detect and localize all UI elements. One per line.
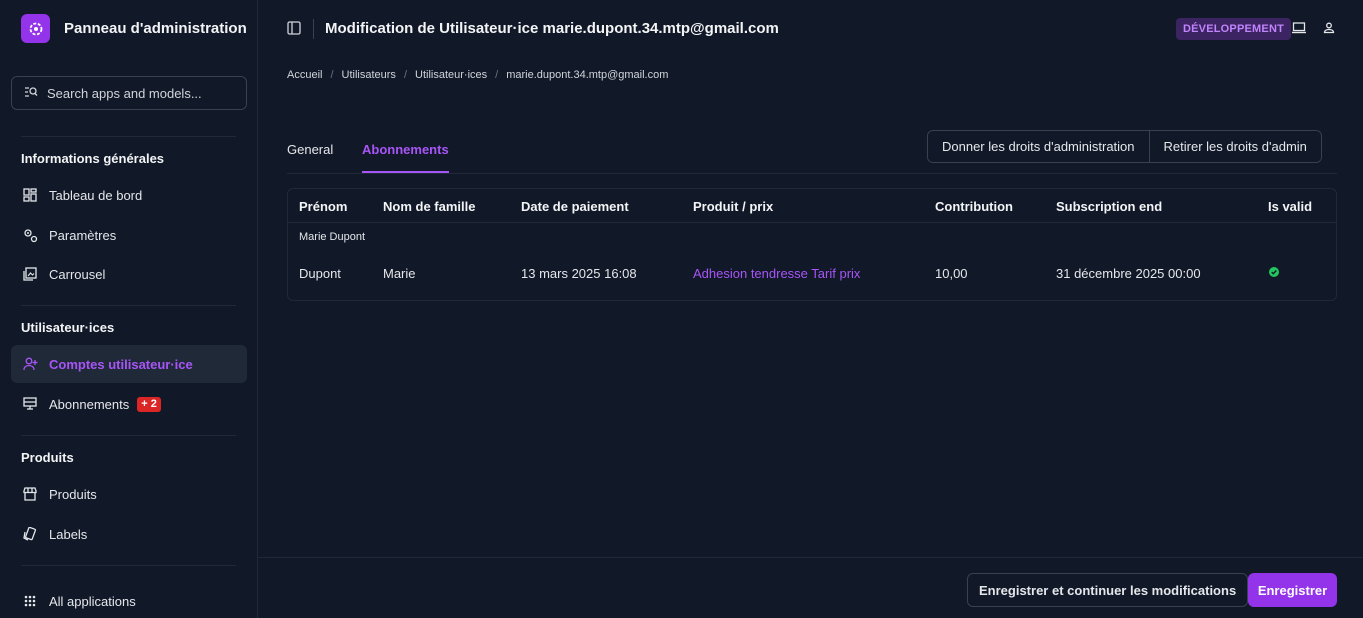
sidebar-item-dashboard[interactable]: Tableau de bord	[11, 176, 247, 214]
revoke-admin-button[interactable]: Retirer les droits d'admin	[1148, 131, 1321, 162]
sidebar-item-all-applications[interactable]: All applications	[11, 582, 247, 618]
breadcrumb-separator: /	[495, 69, 499, 81]
dashboard-icon	[22, 187, 38, 203]
cell-first-name: Dupont	[299, 266, 341, 281]
page-title: Modification de Utilisateur·ice marie.du…	[325, 20, 779, 37]
brand[interactable]: Panneau d'administration	[21, 14, 247, 43]
table-header-divider	[288, 222, 1336, 223]
row-group-label: Marie Dupont	[299, 231, 366, 243]
column-header: Is valid	[1268, 199, 1313, 214]
sidebar-item-label: Abonnements	[49, 396, 130, 412]
breadcrumb-current: marie.dupont.34.mtp@gmail.com	[506, 69, 669, 81]
store-icon	[22, 486, 38, 502]
breadcrumb-separator: /	[330, 69, 334, 81]
apps-grid-icon	[22, 593, 38, 609]
cell-product-link[interactable]: Adhesion tendresse Tarif prix	[693, 266, 860, 281]
app-title: Panneau d'administration	[64, 20, 247, 37]
form-footer: Enregistrer et continuer les modificatio…	[258, 557, 1363, 618]
breadcrumb-link-users[interactable]: Utilisateurs	[342, 69, 396, 81]
carousel-icon	[22, 266, 38, 282]
sidebar-divider	[21, 435, 236, 436]
search-placeholder: Search apps and models...	[47, 85, 202, 101]
sidebar-item-user-accounts[interactable]: Comptes utilisateur·ice	[11, 345, 247, 383]
sidebar: Panneau d'administration Search apps and…	[0, 0, 258, 618]
user-icon[interactable]	[1321, 20, 1337, 36]
sidebar-item-label: Paramètres	[49, 227, 117, 243]
header-divider	[313, 19, 314, 39]
sidebar-item-carousel[interactable]: Carrousel	[11, 255, 247, 293]
sidebar-item-label: Tableau de bord	[49, 187, 143, 203]
search-icon	[24, 86, 38, 101]
cell-contribution: 10,00	[935, 266, 968, 281]
environment-badge: DÉVELOPPEMENT	[1176, 18, 1292, 40]
admin-rights-actions: Donner les droits d'administration Retir…	[927, 130, 1322, 163]
sidebar-toggle-icon[interactable]	[287, 21, 303, 37]
column-header: Subscription end	[1056, 199, 1163, 214]
valid-check-icon	[1269, 265, 1279, 277]
sidebar-item-subscriptions[interactable]: Abonnements + 2	[11, 385, 247, 423]
app-logo-icon	[21, 14, 50, 43]
tab-general[interactable]: General	[287, 142, 333, 171]
column-header: Produit / prix	[693, 199, 774, 214]
laptop-icon[interactable]	[1291, 20, 1307, 36]
sidebar-item-settings[interactable]: Paramètres	[11, 216, 247, 254]
breadcrumb-link-user-model[interactable]: Utilisateur·ices	[415, 69, 487, 81]
breadcrumb-link-home[interactable]: Accueil	[287, 69, 322, 81]
label-icon	[22, 526, 38, 542]
sidebar-divider	[21, 305, 236, 306]
section-title-products: Produits	[21, 450, 74, 465]
sidebar-item-label: Labels	[49, 526, 88, 542]
subscriptions-table: Prénom Nom de famille Date de paiement P…	[287, 188, 1337, 301]
cell-subscription-end: 31 décembre 2025 00:00	[1056, 266, 1201, 281]
column-header: Contribution	[935, 199, 1013, 214]
save-and-continue-button[interactable]: Enregistrer et continuer les modificatio…	[967, 573, 1249, 607]
page-header: Modification de Utilisateur·ice marie.du…	[258, 0, 1363, 58]
sidebar-item-labels[interactable]: Labels	[11, 515, 247, 553]
sidebar-item-label: Comptes utilisateur·ice	[49, 356, 193, 372]
save-button[interactable]: Enregistrer	[1248, 573, 1337, 607]
search-input[interactable]: Search apps and models...	[11, 76, 247, 110]
section-title-users: Utilisateur·ices	[21, 320, 115, 335]
count-badge: + 2	[137, 396, 161, 412]
breadcrumb: Accueil / Utilisateurs / Utilisateur·ice…	[287, 69, 668, 81]
cell-payment-date: 13 mars 2025 16:08	[521, 266, 637, 281]
sidebar-divider	[21, 565, 236, 566]
sidebar-divider	[21, 136, 236, 137]
breadcrumb-separator: /	[403, 69, 407, 81]
settings-icon	[22, 227, 38, 243]
column-header: Prénom	[299, 199, 348, 214]
column-header: Nom de famille	[383, 199, 476, 214]
sidebar-item-label: Carrousel	[49, 266, 106, 282]
sidebar-item-label: Produits	[49, 486, 97, 502]
subscriptions-icon	[22, 396, 38, 412]
grant-admin-button[interactable]: Donner les droits d'administration	[928, 131, 1149, 162]
sidebar-item-label: All applications	[49, 593, 136, 609]
tab-subscriptions[interactable]: Abonnements	[362, 142, 449, 173]
column-header: Date de paiement	[521, 199, 629, 214]
sidebar-item-products[interactable]: Produits	[11, 475, 247, 513]
section-title-general: Informations générales	[21, 151, 165, 166]
cell-last-name: Marie	[383, 266, 416, 281]
person-add-icon	[22, 356, 38, 372]
